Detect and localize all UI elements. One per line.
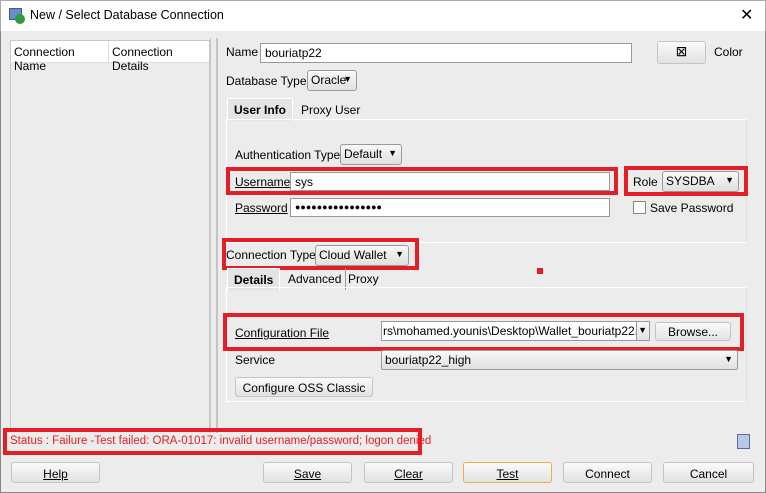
status-message: Status : Failure -Test failed: ORA-01017… — [10, 435, 432, 447]
database-connection-icon — [9, 8, 25, 24]
database-type-label: Database Type — [226, 74, 307, 88]
save-password-label: Save Password — [650, 201, 734, 215]
browse-button[interactable]: Browse... — [655, 322, 731, 341]
color-none-icon: ⊠ — [675, 43, 688, 59]
configure-oss-classic-button[interactable]: Configure OSS Classic — [235, 377, 373, 397]
red-marker — [537, 268, 543, 274]
color-label: Color — [714, 45, 743, 59]
help-button[interactable]: Help — [11, 462, 100, 483]
close-button[interactable]: ✕ — [740, 5, 753, 25]
database-type-value: Oracle — [311, 73, 347, 87]
authentication-type-label: Authentication Type — [235, 148, 341, 162]
window-title: New / Select Database Connection — [30, 8, 224, 22]
authentication-type-select[interactable]: Default ▼ — [340, 144, 402, 165]
configuration-file-label: Configuration File — [235, 326, 330, 340]
chevron-down-icon: ▼ — [725, 175, 734, 185]
connection-type-label: Connection Type — [226, 248, 316, 262]
service-label: Service — [235, 353, 276, 367]
username-label: Username — [235, 175, 291, 189]
test-button[interactable]: Test — [463, 462, 552, 483]
divider — [210, 38, 211, 433]
role-select[interactable]: SYSDBA ▼ — [662, 171, 739, 192]
username-input[interactable]: sys — [290, 172, 610, 191]
splitter[interactable] — [216, 38, 218, 433]
save-password-checkbox[interactable] — [633, 201, 646, 214]
connection-type-value: Cloud Wallet — [319, 248, 387, 262]
password-label: Password — [235, 201, 288, 215]
configuration-file-dropdown[interactable]: ▼ — [636, 321, 650, 341]
connection-list[interactable]: Connection Name Connection Details — [10, 40, 210, 430]
chevron-down-icon: ▼ — [388, 148, 397, 158]
cancel-button[interactable]: Cancel — [663, 462, 754, 483]
tab-user-info[interactable]: User Info — [227, 98, 294, 121]
database-type-select[interactable]: Oracle ▼ — [307, 70, 357, 91]
chevron-down-icon: ▼ — [343, 74, 352, 84]
chevron-down-icon: ▼ — [638, 325, 647, 335]
name-input[interactable]: bouriatp22 — [260, 43, 632, 63]
save-button[interactable]: Save — [263, 462, 352, 483]
column-header-connection-details[interactable]: Connection Details — [109, 41, 209, 73]
password-input[interactable]: ●●●●●●●●●●●●●●●● — [290, 198, 610, 217]
service-select[interactable]: bouriatp22_high ▼ — [381, 350, 738, 370]
connect-button[interactable]: Connect — [563, 462, 652, 483]
chevron-down-icon: ▼ — [724, 354, 733, 364]
chevron-down-icon: ▼ — [395, 249, 404, 259]
name-label: Name — [226, 45, 259, 59]
column-header-connection-name[interactable]: Connection Name — [11, 41, 109, 73]
clear-button[interactable]: Clear — [364, 462, 453, 483]
color-picker-button[interactable]: ⊠ — [657, 41, 706, 64]
copy-icon[interactable] — [737, 434, 750, 449]
tab-proxy-user[interactable]: Proxy User — [295, 99, 366, 121]
connection-type-select[interactable]: Cloud Wallet ▼ — [315, 245, 409, 266]
service-value: bouriatp22_high — [385, 353, 472, 367]
role-value: SYSDBA — [666, 174, 715, 188]
configuration-file-input[interactable]: rs\mohamed.younis\Desktop\Wallet_bouriat… — [381, 321, 637, 341]
role-label: Role — [633, 175, 658, 189]
authentication-type-value: Default — [344, 147, 383, 161]
